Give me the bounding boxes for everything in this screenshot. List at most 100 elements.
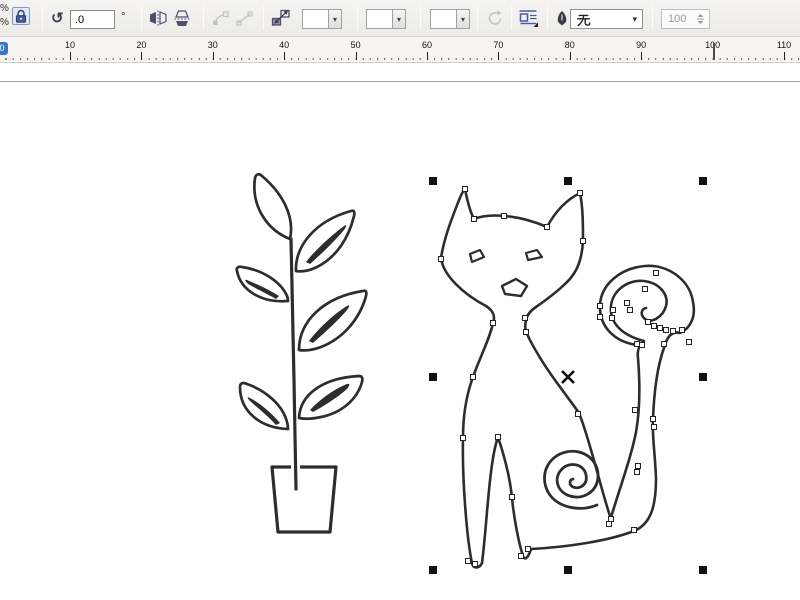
chevron-down-icon[interactable]: ▾ <box>392 9 406 29</box>
path-node[interactable] <box>522 315 528 321</box>
path-node[interactable] <box>650 416 656 422</box>
path-node[interactable] <box>462 186 468 192</box>
wrap-text-button[interactable] <box>517 8 539 31</box>
opacity-value: 100 <box>668 13 687 25</box>
stretch-scale-button[interactable] <box>271 9 291 30</box>
path-node[interactable] <box>627 307 633 313</box>
ruler-major-tick <box>498 52 500 60</box>
toolbar-separator <box>652 6 653 30</box>
path-node[interactable] <box>597 303 603 309</box>
path-node[interactable] <box>635 463 641 469</box>
chevron-down-icon[interactable]: ▾ <box>456 9 470 29</box>
toolbar-separator <box>511 6 512 30</box>
path-node[interactable] <box>471 216 477 222</box>
lock-ratio-button[interactable] <box>12 7 30 25</box>
rotation-angle-input[interactable] <box>70 10 115 29</box>
path-node[interactable] <box>634 469 640 475</box>
path-node[interactable] <box>509 494 515 500</box>
horizontal-ruler[interactable]: 102030405060708090100110 0 <box>0 37 800 63</box>
ruler-number: 60 <box>421 40 432 50</box>
ruler-major-tick <box>784 52 785 60</box>
outline-style-combo-2[interactable]: ▾ <box>366 9 406 29</box>
ruler-cursor-indicator <box>713 43 715 60</box>
outline-style-combo-3[interactable]: ▾ <box>430 9 470 29</box>
path-node[interactable] <box>490 320 496 326</box>
path-node[interactable] <box>670 328 676 334</box>
outline-width-none-glyph <box>577 14 591 26</box>
path-node[interactable] <box>679 327 685 333</box>
drawing-canvas[interactable] <box>0 62 800 600</box>
selection-handle[interactable] <box>429 566 437 574</box>
ruler-number: 80 <box>564 40 575 50</box>
ruler-major-tick <box>212 52 214 60</box>
path-node[interactable] <box>663 327 669 333</box>
ruler-major-tick <box>641 52 643 60</box>
selection-handle[interactable] <box>564 177 572 185</box>
path-node[interactable] <box>645 319 651 325</box>
property-bar: % % ↺ ° <box>0 0 800 37</box>
outline-style-field-1[interactable] <box>302 9 328 29</box>
selection-handle[interactable] <box>429 177 437 185</box>
ruler-major-tick <box>569 52 571 60</box>
path-node[interactable] <box>608 516 614 522</box>
break-path-icon-disabled <box>236 11 253 31</box>
path-node[interactable] <box>495 434 501 440</box>
path-node[interactable] <box>653 270 659 276</box>
path-node[interactable] <box>438 256 444 262</box>
selection-handle[interactable] <box>699 566 707 574</box>
selection-overlay <box>429 177 707 574</box>
selection-handle[interactable] <box>429 373 437 381</box>
path-node[interactable] <box>577 190 583 196</box>
path-node[interactable] <box>642 286 648 292</box>
toolbar-separator <box>141 6 142 30</box>
path-node[interactable] <box>632 407 638 413</box>
plant-leaf-mid-left <box>235 265 290 303</box>
path-node[interactable] <box>631 527 637 533</box>
path-node[interactable] <box>523 329 529 335</box>
mirror-horizontal-button[interactable] <box>149 10 167 29</box>
selection-handle[interactable] <box>564 566 572 574</box>
path-node[interactable] <box>606 521 612 527</box>
toolbar-separator <box>203 6 204 30</box>
chevron-down-icon[interactable]: ▾ <box>632 14 637 25</box>
ruler-number: 10 <box>64 40 75 50</box>
ruler-number: 90 <box>636 40 647 50</box>
path-node[interactable] <box>634 341 640 347</box>
plant-pot <box>270 465 338 534</box>
path-node[interactable] <box>501 213 507 219</box>
mirror-horizontal-icon <box>150 10 167 26</box>
toolbar-separator <box>420 6 421 30</box>
path-node[interactable] <box>575 411 581 417</box>
plant-object[interactable] <box>235 172 368 534</box>
path-node[interactable] <box>651 424 657 430</box>
path-node[interactable] <box>651 323 657 329</box>
path-node[interactable] <box>610 307 616 313</box>
outline-width-select[interactable]: 无 ▾ <box>570 9 643 29</box>
path-node[interactable] <box>465 558 471 564</box>
path-node[interactable] <box>661 341 667 347</box>
path-node[interactable] <box>580 238 586 244</box>
lock-icon <box>15 9 27 23</box>
selection-handle[interactable] <box>699 373 707 381</box>
path-node[interactable] <box>472 561 478 567</box>
path-node[interactable] <box>609 315 615 321</box>
outline-style-field-3[interactable] <box>430 9 456 29</box>
path-node[interactable] <box>624 300 630 306</box>
outline-style-combo-1[interactable]: ▾ <box>302 9 342 29</box>
outline-style-field-2[interactable] <box>366 9 392 29</box>
mirror-vertical-button[interactable] <box>173 10 191 29</box>
rotate-tool-icon-disabled <box>486 9 504 32</box>
degree-label: ° <box>121 11 126 23</box>
path-node[interactable] <box>686 339 692 345</box>
selection-handle[interactable] <box>699 177 707 185</box>
path-node[interactable] <box>518 553 524 559</box>
ruler-number: 20 <box>136 40 147 50</box>
path-node[interactable] <box>525 546 531 552</box>
path-node[interactable] <box>639 342 645 348</box>
path-node[interactable] <box>544 224 550 230</box>
chevron-down-icon[interactable]: ▾ <box>328 9 342 29</box>
path-node[interactable] <box>597 314 603 320</box>
path-node[interactable] <box>657 325 663 331</box>
path-node[interactable] <box>460 435 466 441</box>
path-node[interactable] <box>470 374 476 380</box>
